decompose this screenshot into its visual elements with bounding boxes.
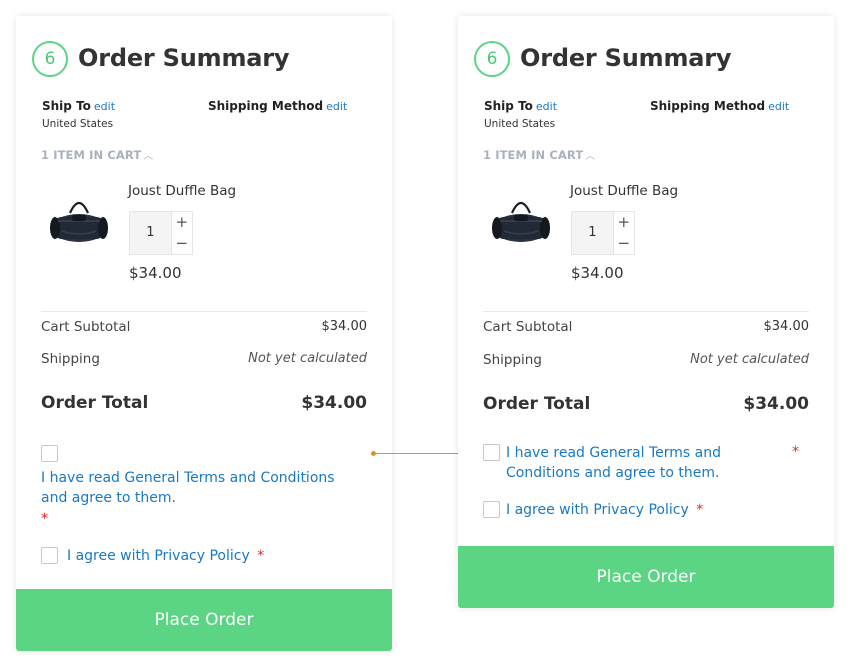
order-total-label: Order Total: [483, 394, 591, 414]
place-order-button[interactable]: Place Order: [458, 546, 834, 608]
shipping-label: Shipping: [41, 351, 100, 367]
connector-dot: [371, 451, 376, 456]
ship-to-edit-link[interactable]: edit: [536, 100, 557, 113]
terms-required-mark: *: [41, 511, 48, 527]
quantity-buttons: + −: [612, 212, 634, 254]
product-name: Joust Duffle Bag: [128, 183, 237, 199]
order-summary-panel-after: 6 Order Summary Ship To edit United State…: [458, 16, 834, 608]
privacy-checkbox[interactable]: [41, 547, 58, 564]
shipping-method-label: Shipping Method: [208, 99, 324, 113]
ship-to-value: United States: [42, 118, 114, 130]
plus-icon[interactable]: +: [614, 212, 634, 233]
privacy-required-mark: *: [696, 502, 704, 518]
duffle-bag-image: [488, 187, 554, 253]
items-in-cart-toggle[interactable]: 1 ITEM IN CART ︿: [41, 147, 153, 162]
items-in-cart-toggle[interactable]: 1 ITEM IN CART ︿: [483, 147, 595, 162]
duffle-bag-image: [46, 187, 112, 253]
privacy-label[interactable]: I agree with Privacy Policy: [506, 502, 689, 518]
cart-subtotal-label: Cart Subtotal: [483, 319, 573, 335]
shipping-method-block: Shipping Method edit: [208, 99, 347, 113]
privacy-checkbox[interactable]: [483, 501, 500, 518]
quantity-input[interactable]: 1: [572, 212, 613, 254]
privacy-required-mark: *: [257, 548, 265, 564]
connector-line: [373, 453, 469, 454]
privacy-label-row: I agree with Privacy Policy *: [67, 546, 264, 566]
terms-label[interactable]: I have read General Terms and Conditions…: [41, 468, 361, 508]
place-order-button[interactable]: Place Order: [16, 589, 392, 651]
ship-to-label: Ship To: [42, 99, 91, 113]
terms-label[interactable]: I have read General Terms and Conditions…: [506, 443, 782, 483]
product-price: $34.00: [571, 264, 624, 282]
shipping-method-edit-link[interactable]: edit: [326, 100, 347, 113]
quantity-buttons: + −: [170, 212, 192, 254]
shipping-value: Not yet calculated: [690, 352, 809, 367]
quantity-stepper: 1 + −: [571, 211, 635, 255]
step-number-badge: 6: [32, 41, 68, 77]
items-in-cart-label: 1 ITEM IN CART: [41, 148, 142, 162]
ship-to-value: United States: [484, 118, 556, 130]
ship-to-edit-link[interactable]: edit: [94, 100, 115, 113]
ship-to-block: Ship To edit: [42, 99, 115, 113]
chevron-up-icon: ︿: [143, 151, 154, 162]
shipping-method-label: Shipping Method: [650, 99, 766, 113]
plus-icon[interactable]: +: [172, 212, 192, 233]
privacy-label-row: I agree with Privacy Policy *: [506, 500, 703, 520]
terms-checkbox[interactable]: [483, 444, 500, 461]
minus-icon[interactable]: −: [614, 233, 634, 254]
quantity-input[interactable]: 1: [130, 212, 171, 254]
cart-subtotal-value: $34.00: [763, 319, 810, 334]
chevron-up-icon: ︿: [585, 151, 596, 162]
privacy-label[interactable]: I agree with Privacy Policy: [67, 548, 250, 564]
shipping-method-edit-link[interactable]: edit: [768, 100, 789, 113]
product-price: $34.00: [129, 264, 182, 282]
cart-subtotal-label: Cart Subtotal: [41, 319, 131, 335]
terms-required-mark: *: [792, 444, 799, 460]
ship-to-label: Ship To: [484, 99, 533, 113]
ship-to-block: Ship To edit: [484, 99, 557, 113]
terms-checkbox[interactable]: [41, 445, 58, 462]
shipping-label: Shipping: [483, 352, 542, 368]
order-summary-title: Order Summary: [520, 44, 732, 72]
quantity-stepper: 1 + −: [129, 211, 193, 255]
minus-icon[interactable]: −: [172, 233, 192, 254]
items-in-cart-label: 1 ITEM IN CART: [483, 148, 584, 162]
order-summary-title: Order Summary: [78, 44, 290, 72]
step-number-badge: 6: [474, 41, 510, 77]
order-total-value: $34.00: [301, 393, 367, 413]
product-name: Joust Duffle Bag: [570, 183, 679, 199]
shipping-method-block: Shipping Method edit: [650, 99, 789, 113]
cart-subtotal-value: $34.00: [321, 319, 368, 334]
shipping-value: Not yet calculated: [248, 351, 367, 366]
order-total-value: $34.00: [743, 394, 809, 414]
divider: [483, 311, 809, 312]
divider: [41, 311, 367, 312]
order-total-label: Order Total: [41, 393, 149, 413]
order-summary-panel-before: 6 Order Summary Ship To edit United State…: [16, 16, 392, 651]
